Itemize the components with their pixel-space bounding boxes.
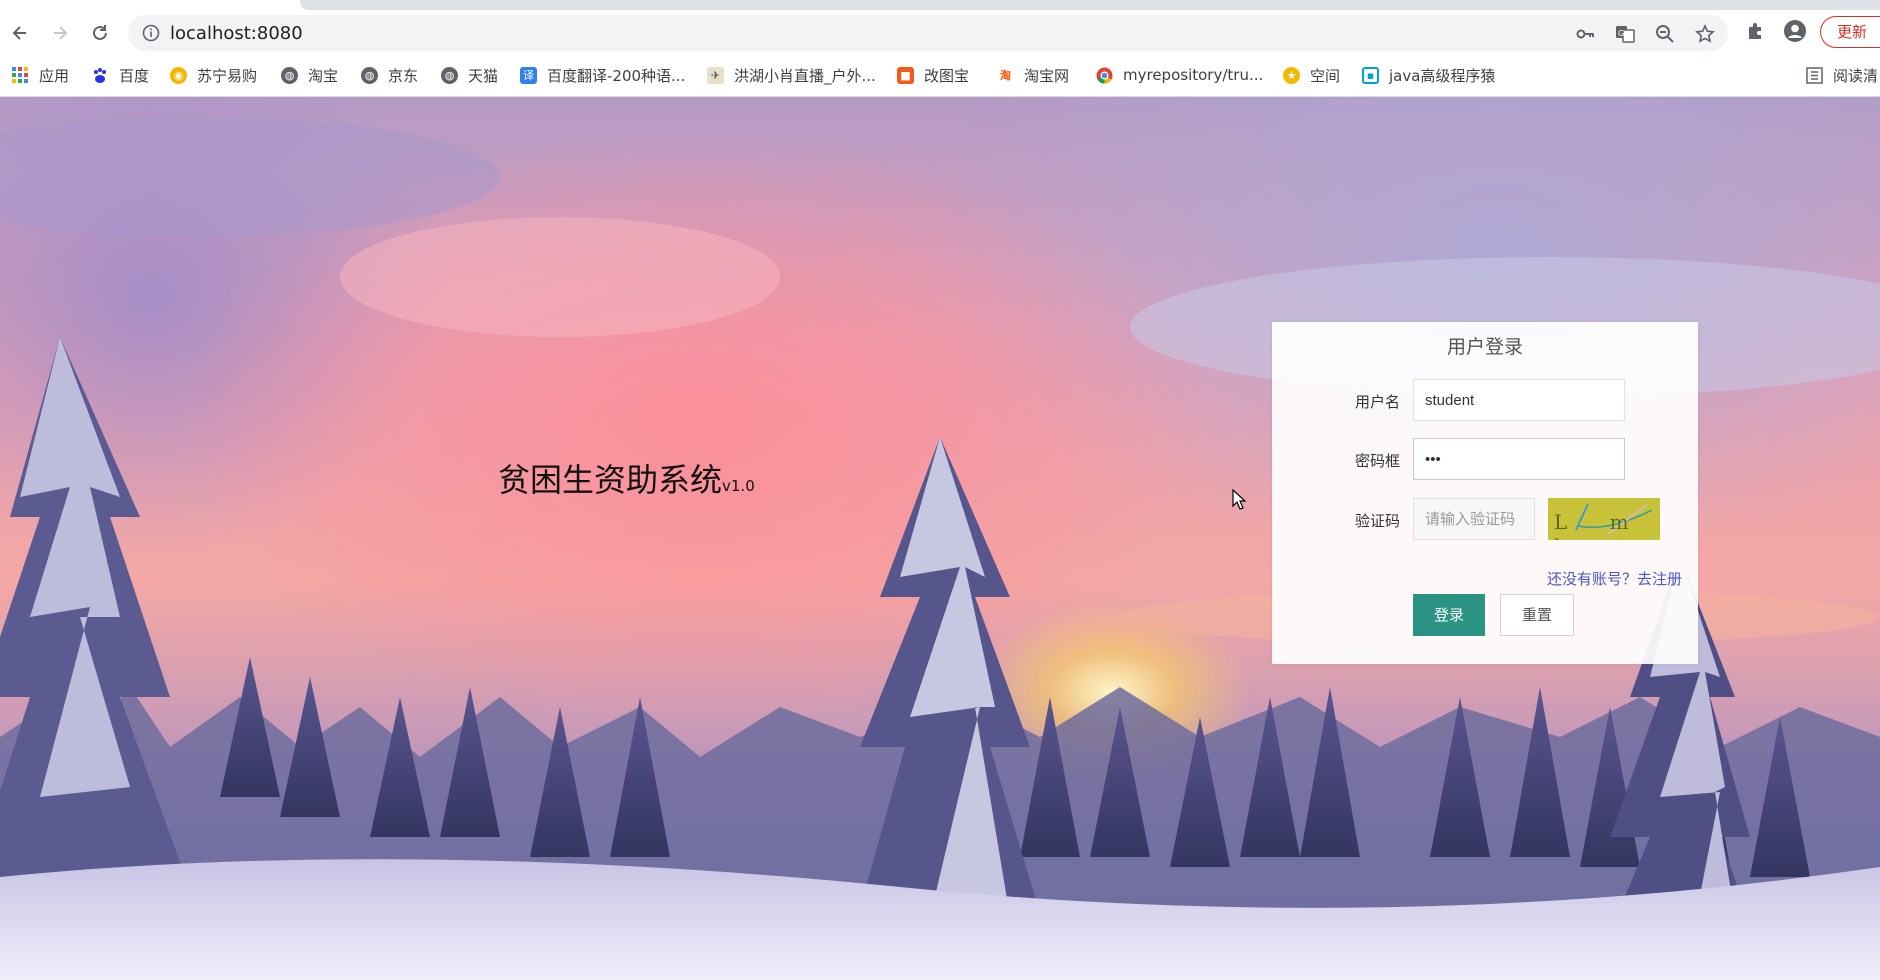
bookmark-tmall[interactable]: ◍ 天猫 — [441, 64, 498, 86]
tab-strip-background — [300, 0, 1880, 10]
baidu-translate-icon: 译 — [520, 66, 537, 84]
username-input[interactable] — [1413, 379, 1625, 421]
bookmark-label: 百度 — [119, 66, 150, 85]
bookmark-label: 改图宝 — [924, 66, 970, 85]
username-row: 用户名 — [1272, 379, 1698, 423]
suning-icon: ◉ — [170, 66, 187, 84]
url-text[interactable]: localhost:8080 — [170, 23, 303, 44]
globe-icon: ◍ — [361, 66, 378, 84]
bookmark-label: 天猫 — [468, 66, 499, 85]
globe-icon: ◍ — [441, 66, 458, 84]
taobao-icon: 淘 — [997, 66, 1014, 84]
login-button[interactable]: 登录 — [1413, 594, 1485, 636]
username-label: 用户名 — [1354, 393, 1400, 411]
profile-avatar-icon[interactable] — [1784, 20, 1806, 42]
bookmark-taobao[interactable]: ◍ 淘宝 — [281, 64, 338, 86]
reading-list-label: 阅读清 — [1833, 66, 1879, 85]
system-version: v1.0 — [722, 477, 755, 495]
bookmark-baidu[interactable]: 百度 — [92, 64, 149, 86]
bookmark-label: 应用 — [39, 66, 70, 85]
bookmark-myrepository[interactable]: myrepository/tru... — [1096, 64, 1263, 86]
baidu-paw-icon — [92, 67, 109, 84]
zoom-icon[interactable] — [1655, 24, 1675, 44]
bookmark-label: myrepository/tru... — [1123, 66, 1264, 84]
forward-icon[interactable] — [48, 21, 72, 45]
reading-list-icon — [1806, 66, 1823, 84]
system-title: 贫困生资助系统v1.0 — [498, 455, 755, 501]
password-input[interactable] — [1413, 438, 1625, 480]
bird-icon: ✈ — [707, 66, 724, 84]
reading-list[interactable]: 阅读清 — [1806, 64, 1878, 86]
bookmark-star-icon[interactable] — [1695, 24, 1715, 44]
bookmark-jd[interactable]: ◍ 京东 — [361, 64, 418, 86]
bookmark-label: 洪湖小肖直播_户外... — [734, 66, 876, 85]
login-page: 贫困生资助系统v1.0 用户登录 用户名 密码框 验证码 L m h — [0, 97, 1880, 980]
bookmark-qzone[interactable]: ★ 空间 — [1283, 64, 1340, 86]
extensions-puzzle-icon[interactable] — [1745, 20, 1767, 42]
bookmark-label: 空间 — [1310, 66, 1341, 85]
mouse-cursor-icon — [1232, 488, 1248, 511]
bookmark-gaitubao[interactable]: ■ 改图宝 — [897, 64, 969, 86]
captcha-text: L m h — [1554, 510, 1647, 540]
bookmark-label: 淘宝网 — [1024, 66, 1070, 85]
captcha-input[interactable] — [1413, 498, 1535, 540]
bookmark-apps[interactable]: 应用 — [12, 64, 69, 86]
bookmark-java-programmer[interactable]: ▪ java高级程序猿 — [1362, 64, 1495, 86]
reload-icon[interactable] — [88, 21, 112, 45]
bookmark-taobao-net[interactable]: 淘 淘宝网 — [997, 64, 1069, 86]
captcha-row: 验证码 L m h — [1272, 498, 1698, 542]
globe-icon: ◍ — [281, 66, 298, 84]
address-bar[interactable]: localhost:8080 G — [128, 15, 1728, 51]
back-icon[interactable] — [8, 21, 32, 45]
bookmark-label: 淘宝 — [308, 66, 339, 85]
site-info-icon[interactable] — [142, 24, 160, 42]
password-label: 密码框 — [1354, 452, 1400, 470]
password-row: 密码框 — [1272, 438, 1698, 482]
bookmark-label: java高级程序猿 — [1389, 66, 1496, 85]
update-button[interactable]: 更新 — [1820, 16, 1880, 48]
captcha-label: 验证码 — [1354, 512, 1400, 530]
login-title: 用户登录 — [1446, 336, 1523, 358]
bilibili-icon: ▪ — [1362, 66, 1379, 84]
bookmark-label: 京东 — [388, 66, 419, 85]
bookmarks-bar: 应用 百度 ◉ 苏宁易购 ◍ 淘宝 ◍ 京东 ◍ 天猫 译 百度翻译-200种语… — [0, 54, 1880, 97]
register-link[interactable]: 还没有账号？去注册 — [1547, 568, 1682, 589]
bookmark-baidu-translate[interactable]: 译 百度翻译-200种语... — [520, 64, 685, 86]
translate-icon[interactable]: G — [1615, 24, 1635, 44]
bookmark-honghu-live[interactable]: ✈ 洪湖小肖直播_户外... — [707, 64, 876, 86]
qzone-icon: ★ — [1283, 66, 1300, 84]
chrome-icon — [1096, 67, 1113, 84]
bookmark-suning[interactable]: ◉ 苏宁易购 — [170, 64, 257, 86]
apps-grid-icon — [12, 66, 29, 84]
gaitubao-icon: ■ — [897, 66, 914, 84]
svg-text:G: G — [1618, 29, 1624, 38]
login-panel: 用户登录 用户名 密码框 验证码 L m h 还没有账号？去注册 登录 重置 — [1272, 322, 1698, 664]
captcha-image[interactable]: L m h — [1548, 498, 1660, 540]
password-key-icon[interactable] — [1575, 24, 1595, 44]
browser-toolbar: localhost:8080 G — [0, 12, 1880, 54]
bookmark-label: 苏宁易购 — [197, 66, 258, 85]
tab-strip — [0, 0, 1880, 12]
system-title-text: 贫困生资助系统 — [498, 461, 723, 499]
bookmark-label: 百度翻译-200种语... — [547, 66, 686, 85]
reset-button[interactable]: 重置 — [1500, 594, 1574, 636]
